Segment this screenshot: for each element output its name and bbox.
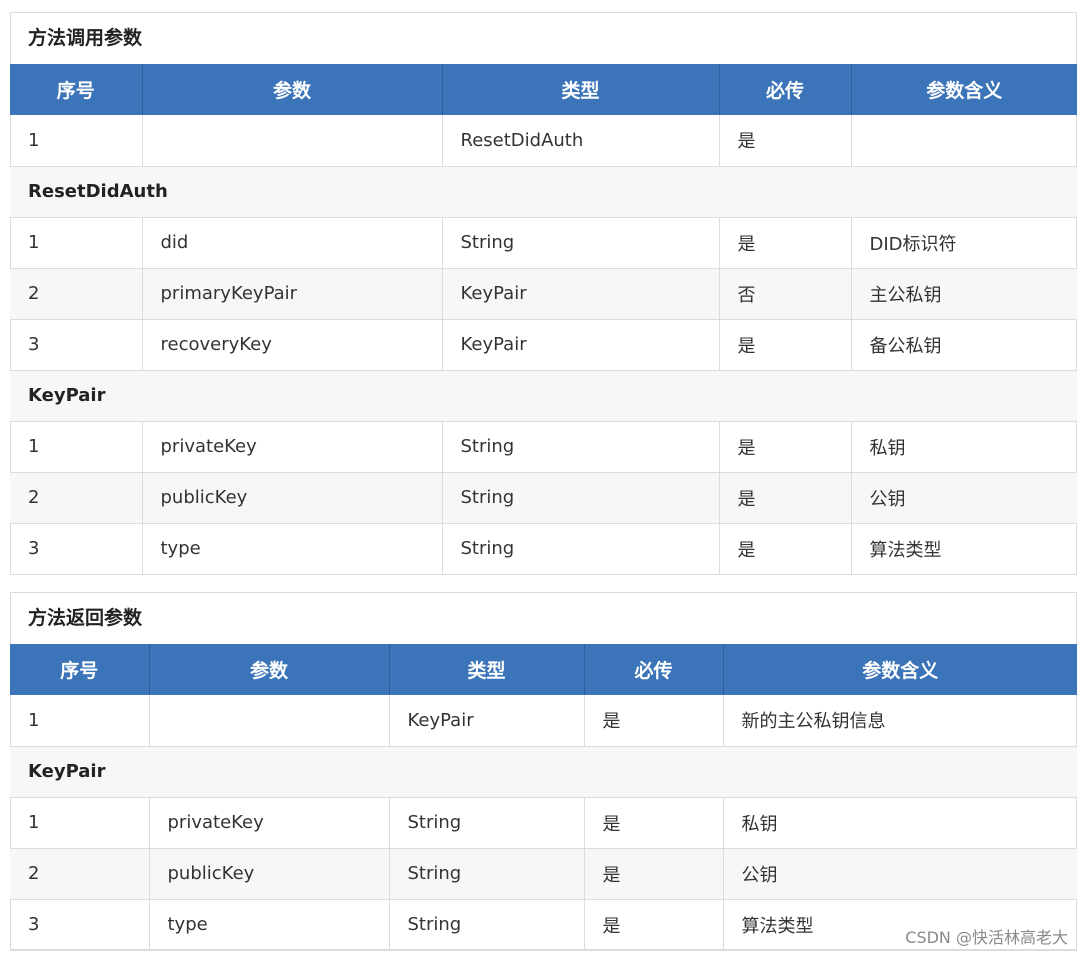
cell-param: publicKey — [142, 472, 443, 524]
table-header-row: 序号 参数 类型 必传 参数含义 — [10, 644, 1077, 695]
table-row: 2 publicKey String 是 公钥 — [10, 848, 1077, 900]
table-row: 2 primaryKeyPair KeyPair 否 主公私钥 — [10, 268, 1077, 320]
cell-type: String — [442, 472, 720, 524]
cell-meaning: 公钥 — [723, 848, 1077, 900]
cell-no: 2 — [10, 848, 150, 900]
table-row: 1 privateKey String 是 私钥 — [10, 797, 1077, 849]
call-params-table: 序号 参数 类型 必传 参数含义 1 ResetDidAuth 是 ResetD… — [10, 64, 1077, 575]
table-row: 2 publicKey String 是 公钥 — [10, 472, 1077, 524]
section-row: KeyPair — [10, 746, 1077, 798]
cell-type: KeyPair — [389, 695, 585, 747]
cell-no: 3 — [10, 523, 143, 575]
cell-meaning: DID标识符 — [851, 217, 1077, 269]
cell-type: String — [389, 797, 585, 849]
cell-required: 是 — [719, 523, 852, 575]
section-row: KeyPair — [10, 370, 1077, 422]
cell-meaning: 私钥 — [851, 421, 1077, 473]
cell-required: 是 — [719, 217, 852, 269]
header-param: 参数 — [142, 64, 443, 115]
cell-param: type — [149, 899, 390, 951]
table-header-row: 序号 参数 类型 必传 参数含义 — [10, 64, 1077, 115]
cell-param: type — [142, 523, 443, 575]
header-meaning: 参数含义 — [851, 64, 1077, 115]
cell-meaning — [851, 115, 1077, 167]
call-params-panel: 方法调用参数 序号 参数 类型 必传 参数含义 1 ResetDidAuth 是… — [10, 12, 1077, 575]
cell-type: KeyPair — [442, 268, 720, 320]
cell-required: 是 — [719, 421, 852, 473]
cell-no: 3 — [10, 319, 143, 371]
cell-param — [149, 695, 390, 747]
cell-required: 是 — [719, 472, 852, 524]
header-param: 参数 — [149, 644, 390, 695]
header-meaning: 参数含义 — [723, 644, 1077, 695]
table-row: 1 ResetDidAuth 是 — [10, 115, 1077, 167]
cell-param: did — [142, 217, 443, 269]
cell-no: 1 — [10, 217, 143, 269]
cell-required: 是 — [584, 797, 724, 849]
cell-type: String — [389, 899, 585, 951]
cell-required: 是 — [719, 319, 852, 371]
return-params-table: 序号 参数 类型 必传 参数含义 1 KeyPair 是 新的主公私钥信息 Ke… — [10, 644, 1077, 951]
section-label: ResetDidAuth — [10, 166, 1077, 218]
cell-type: ResetDidAuth — [442, 115, 720, 167]
section-label: KeyPair — [10, 370, 1077, 422]
cell-no: 1 — [10, 797, 150, 849]
cell-meaning: 新的主公私钥信息 — [723, 695, 1077, 747]
cell-type: KeyPair — [442, 319, 720, 371]
cell-required: 是 — [584, 695, 724, 747]
cell-type: String — [442, 523, 720, 575]
return-params-panel: 方法返回参数 序号 参数 类型 必传 参数含义 1 KeyPair 是 新的主公… — [10, 592, 1077, 951]
return-params-title: 方法返回参数 — [28, 607, 143, 629]
cell-no: 2 — [10, 472, 143, 524]
header-no: 序号 — [10, 64, 143, 115]
cell-required: 否 — [719, 268, 852, 320]
cell-param: publicKey — [149, 848, 390, 900]
cell-no: 1 — [10, 695, 150, 747]
cell-param: privateKey — [142, 421, 443, 473]
cell-required: 是 — [719, 115, 852, 167]
cell-type: String — [442, 421, 720, 473]
call-params-title: 方法调用参数 — [28, 27, 143, 49]
cell-no: 3 — [10, 899, 150, 951]
cell-no: 1 — [10, 115, 143, 167]
header-type: 类型 — [389, 644, 585, 695]
cell-no: 2 — [10, 268, 143, 320]
cell-required: 是 — [584, 848, 724, 900]
cell-required: 是 — [584, 899, 724, 951]
cell-meaning: 备公私钥 — [851, 319, 1077, 371]
watermark: CSDN @快活林高老大 — [905, 928, 1068, 947]
table-row: 1 privateKey String 是 私钥 — [10, 421, 1077, 473]
cell-type: String — [442, 217, 720, 269]
header-required: 必传 — [719, 64, 852, 115]
cell-param: privateKey — [149, 797, 390, 849]
header-type: 类型 — [442, 64, 720, 115]
cell-meaning: 算法类型 — [851, 523, 1077, 575]
header-required: 必传 — [584, 644, 724, 695]
cell-meaning: 主公私钥 — [851, 268, 1077, 320]
section-label: KeyPair — [10, 746, 1077, 798]
table-row: 3 recoveryKey KeyPair 是 备公私钥 — [10, 319, 1077, 371]
table-row: 1 KeyPair 是 新的主公私钥信息 — [10, 695, 1077, 747]
cell-param: recoveryKey — [142, 319, 443, 371]
cell-no: 1 — [10, 421, 143, 473]
table-row: 1 did String 是 DID标识符 — [10, 217, 1077, 269]
cell-type: String — [389, 848, 585, 900]
cell-meaning: 私钥 — [723, 797, 1077, 849]
cell-param — [142, 115, 443, 167]
section-row: ResetDidAuth — [10, 166, 1077, 218]
table-row: 3 type String 是 算法类型 — [10, 523, 1077, 575]
header-no: 序号 — [10, 644, 150, 695]
cell-param: primaryKeyPair — [142, 268, 443, 320]
cell-meaning: 公钥 — [851, 472, 1077, 524]
